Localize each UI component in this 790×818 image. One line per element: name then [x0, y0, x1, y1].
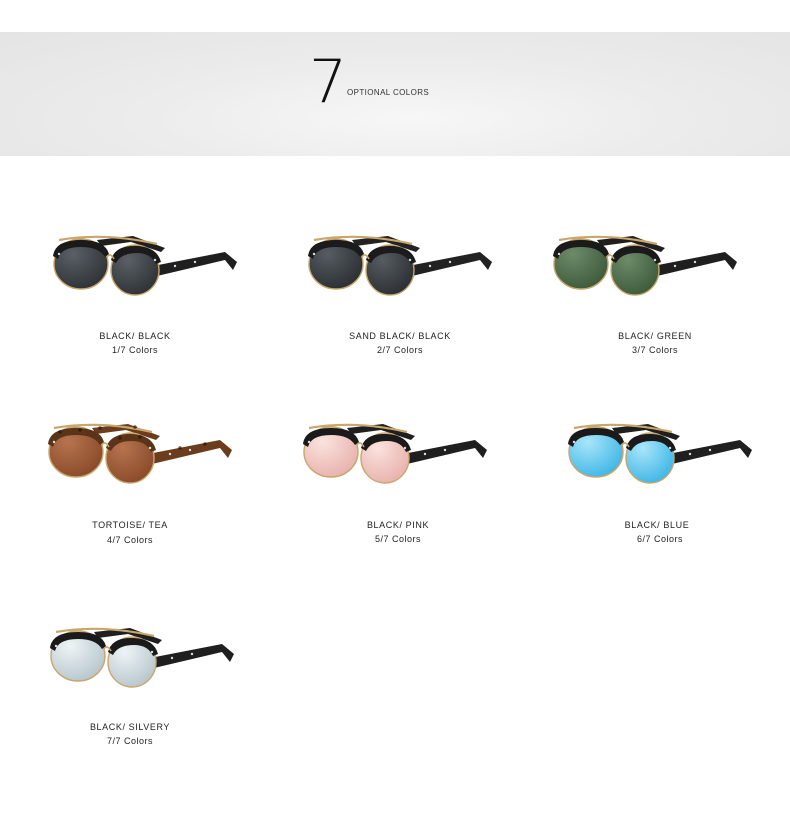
- rivet: [428, 264, 432, 268]
- rivet: [57, 252, 61, 256]
- rivet: [557, 252, 561, 256]
- tortoise-spot: [58, 430, 62, 434]
- rivet: [708, 448, 712, 452]
- rivet: [448, 260, 452, 264]
- rivet: [443, 448, 447, 452]
- color-count-number: 7: [309, 47, 348, 117]
- temple-front: [668, 440, 752, 464]
- tortoise-spot: [178, 446, 182, 450]
- rivet: [153, 258, 157, 262]
- color-count: 6/7 Colors: [636, 534, 684, 544]
- rivet: [653, 258, 657, 262]
- temple-front: [148, 440, 232, 464]
- rivet: [688, 452, 692, 456]
- tortoise-spot: [133, 425, 137, 429]
- color-name: SAND BLACK/ BLACK: [349, 331, 451, 341]
- rivet: [173, 264, 177, 268]
- color-name: TORTOISE/ TEA: [92, 520, 168, 530]
- color-count: 5/7 Colors: [374, 534, 422, 544]
- rivet: [193, 260, 197, 264]
- rivet: [307, 440, 311, 444]
- rivet: [668, 446, 672, 450]
- color-count: 2/7 Colors: [376, 345, 424, 355]
- temple-front: [150, 644, 234, 668]
- temple-front: [408, 252, 492, 276]
- color-count: 4/7 Colors: [106, 535, 154, 545]
- rivet: [188, 448, 192, 452]
- rivet: [150, 650, 154, 654]
- temple-front: [653, 252, 737, 276]
- color-name: BLACK/ PINK: [366, 520, 430, 530]
- rivet: [168, 452, 172, 456]
- rivet: [148, 446, 152, 450]
- tortoise-spot: [118, 436, 122, 440]
- color-name: BLACK/ SILVERY: [89, 722, 171, 732]
- rivet: [408, 258, 412, 262]
- color-count: 7/7 Colors: [106, 736, 154, 746]
- rivet: [572, 440, 576, 444]
- tortoise-spot: [138, 435, 142, 439]
- rivet: [52, 440, 56, 444]
- color-name: BLACK/ BLUE: [624, 520, 690, 530]
- rivet: [423, 452, 427, 456]
- sunglasses-image: [53, 235, 237, 296]
- rivet: [693, 260, 697, 264]
- tortoise-spot: [78, 428, 82, 432]
- sunglasses-image: [50, 627, 234, 688]
- sunglasses-image: [308, 235, 492, 296]
- color-count: 1/7 Colors: [111, 345, 159, 355]
- rivet: [673, 264, 677, 268]
- temple-front: [153, 252, 237, 276]
- optional-colors-label: OPTIONAL COLORS: [347, 88, 430, 97]
- rivet: [312, 252, 316, 256]
- rivet: [54, 644, 58, 648]
- color-count: 3/7 Colors: [631, 345, 679, 355]
- color-name: BLACK/ GREEN: [618, 331, 692, 341]
- tortoise-spot: [98, 426, 102, 430]
- sunglasses-image: [48, 423, 232, 484]
- rivet: [190, 652, 194, 656]
- rivet: [170, 656, 174, 660]
- color-name: BLACK/ BLACK: [99, 331, 171, 341]
- tortoise-spot: [203, 442, 207, 446]
- sunglasses-image: [568, 423, 752, 484]
- sunglasses-image: [553, 235, 737, 296]
- temple-front: [403, 440, 487, 464]
- sunglasses-image: [303, 423, 487, 484]
- rivet: [403, 446, 407, 450]
